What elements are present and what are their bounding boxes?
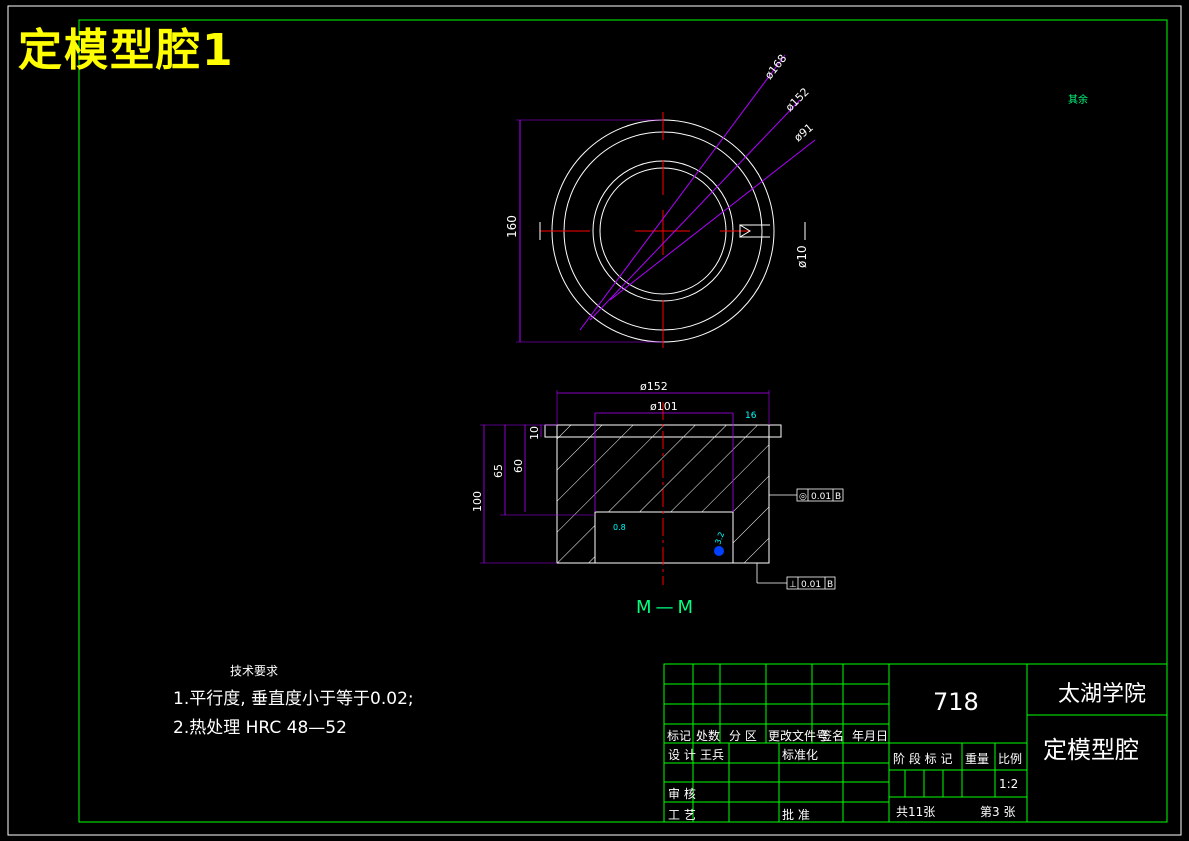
dim-d152-top: ø152 — [783, 85, 812, 114]
sec-dim-d101: ø101 — [650, 400, 678, 413]
tech-requirement-1: 1.平行度, 垂直度小于等于0.02; — [173, 689, 414, 709]
dim-d168: ø168 — [762, 52, 789, 82]
section-view — [480, 390, 844, 590]
label-approve: 批 准 — [782, 808, 810, 822]
gdt2-value: 0.01 — [801, 580, 821, 590]
sec-dim-65: 65 — [492, 464, 505, 478]
gdt2-datum: B — [827, 580, 833, 590]
label-zone: 分 区 — [729, 729, 757, 743]
dim-d91: ø91 — [792, 121, 816, 144]
school-name: 太湖学院 — [1058, 682, 1147, 707]
sec-dim-100: 100 — [471, 491, 484, 512]
sheet-number: 第3 张 — [980, 805, 1016, 819]
label-weight: 重量 — [965, 752, 990, 766]
gdt1-value: 0.01 — [811, 492, 831, 502]
drawing-title: 定模型腔1 — [18, 25, 235, 76]
label-review: 审 核 — [668, 787, 696, 801]
label-date: 年月日 — [852, 729, 889, 743]
gdt1-symbol: ◎ — [799, 492, 807, 502]
gdt2-symbol: ⊥ — [789, 580, 797, 590]
outer-frame — [7, 5, 1182, 836]
label-design: 设 计 — [668, 748, 696, 762]
part-name: 定模型腔 — [1043, 736, 1139, 764]
label-change-doc: 更改文件号 — [768, 729, 829, 743]
gdt1-datum: B — [835, 492, 841, 502]
label-count: 处数 — [696, 729, 721, 743]
dim-160: 160 — [505, 215, 519, 238]
top-view — [516, 54, 816, 348]
label-scale: 比例 — [998, 752, 1023, 766]
dim-d10: ø10 — [795, 245, 809, 268]
scale-value: 1:2 — [999, 777, 1019, 791]
label-mark: 标记 — [667, 729, 692, 743]
section-label: M—M — [636, 597, 698, 618]
roughness-08: 0.8 — [613, 523, 626, 532]
label-stage-mark: 阶 段 标 记 — [893, 752, 953, 766]
sec-dim-60: 60 — [512, 459, 525, 473]
roughness-rest: 其余 — [1068, 93, 1088, 106]
label-standard: 标准化 — [782, 748, 819, 762]
tech-requirement-2: 2.热处理 HRC 48—52 — [173, 718, 347, 738]
sec-dim-10: 10 — [528, 426, 541, 440]
part-number: 718 — [933, 688, 979, 716]
designer-name: 王兵 — [700, 748, 725, 762]
total-sheets: 共11张 — [896, 805, 936, 819]
sec-dim-d152: ø152 — [640, 380, 668, 393]
label-sign: 签名 — [820, 729, 845, 743]
label-process: 工 艺 — [668, 808, 696, 822]
tech-requirements-title: 技术要求 — [230, 664, 279, 678]
roughness-16: 16 — [745, 411, 757, 421]
